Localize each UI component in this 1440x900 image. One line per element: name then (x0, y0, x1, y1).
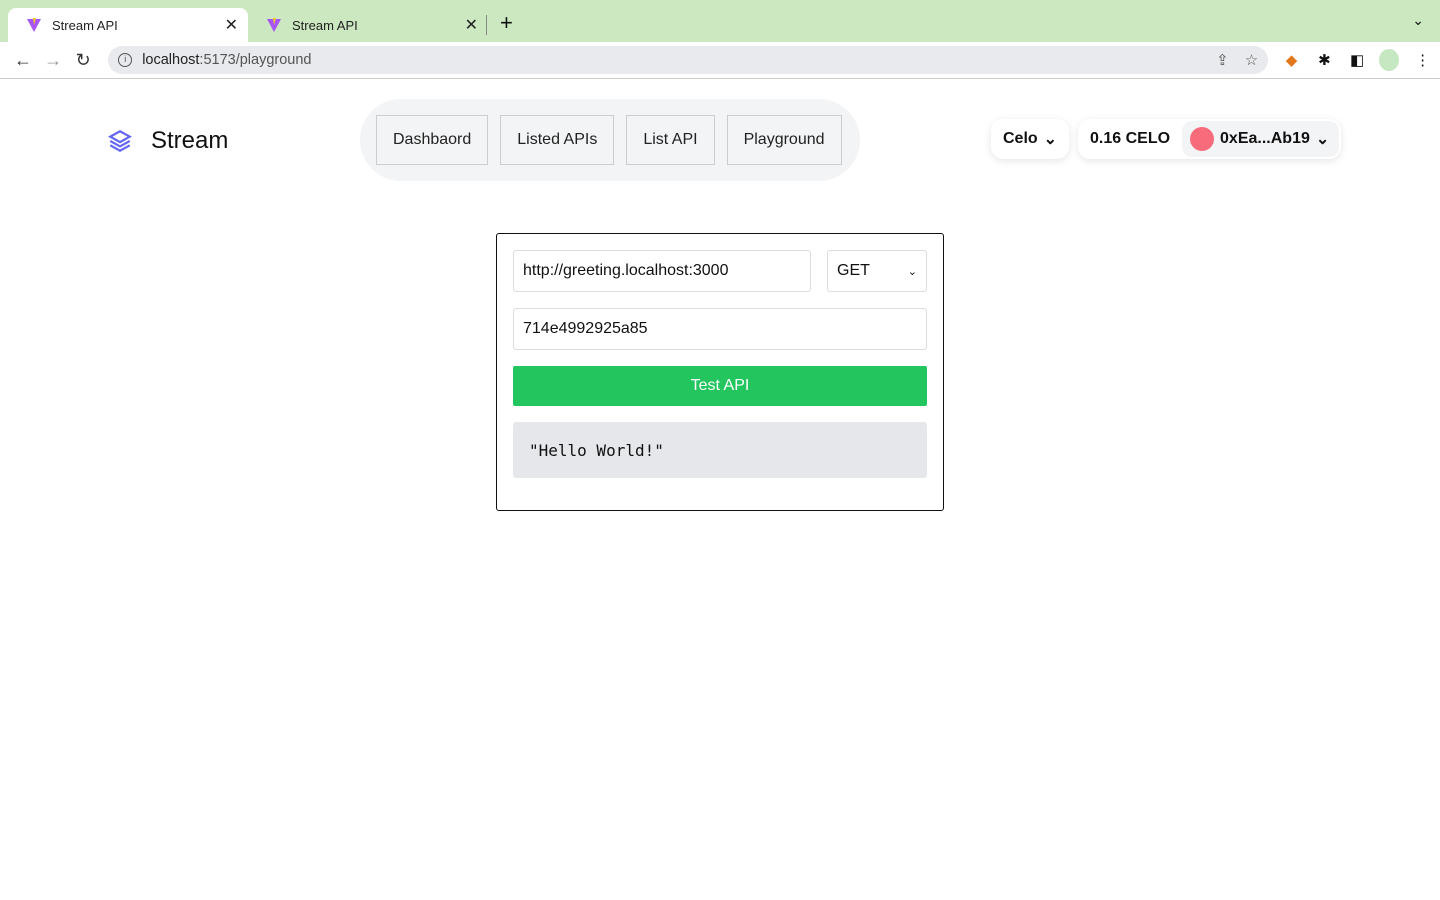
extensions-icon[interactable]: ✱ (1315, 51, 1334, 69)
nav-listed-apis[interactable]: Listed APIs (500, 115, 615, 165)
layers-icon (108, 130, 132, 152)
app-header: Stream Dashbaord Listed APIs List API Pl… (0, 79, 1440, 199)
account-avatar (1190, 127, 1215, 151)
chevron-down-icon: ⌄ (1043, 131, 1058, 148)
tab-stream-api-2[interactable]: Stream API ✕ (248, 8, 488, 42)
method-select[interactable]: GET ⌄ (827, 250, 927, 292)
star-icon[interactable]: ☆ (1245, 51, 1258, 69)
share-icon[interactable]: ⇪ (1216, 51, 1229, 69)
tab-stream-api-1[interactable]: Stream API ✕ (8, 8, 248, 42)
chevron-down-icon: ⌄ (907, 265, 917, 278)
address-bar[interactable]: i localhost:5173/playground ⇪ ☆ (108, 46, 1269, 74)
vite-icon (27, 18, 41, 32)
tab-search-chevron-icon[interactable]: ⌄ (1412, 12, 1424, 29)
wallet-address: 0xEa...Ab19 (1220, 130, 1310, 147)
nav-playground[interactable]: Playground (726, 115, 842, 165)
url-input[interactable]: http://greeting.localhost:3000 (513, 250, 811, 292)
tab-divider (486, 15, 487, 35)
response-output: "Hello World!" (513, 422, 927, 478)
balance: 0.16 CELO (1090, 130, 1171, 147)
brand[interactable]: Stream (107, 127, 228, 155)
vite-icon (267, 18, 281, 32)
info-icon[interactable]: i (118, 53, 133, 67)
api-key-input[interactable]: 714e4992925a85 (513, 308, 927, 350)
forward-icon[interactable]: → (38, 50, 68, 71)
brand-name: Stream (151, 127, 229, 154)
tab-strip: Stream API ✕ Stream API ✕ + ⌄ (0, 0, 1440, 42)
chain-selector[interactable]: Celo ⌄ (991, 119, 1070, 159)
nav-list-api[interactable]: List API (626, 115, 715, 165)
method-value: GET (837, 262, 870, 279)
nav-dashboard[interactable]: Dashbaord (376, 115, 489, 165)
url-host: localhost (142, 52, 200, 68)
close-tab-icon[interactable]: ✕ (225, 15, 238, 35)
main-nav: Dashbaord Listed APIs List API Playgroun… (360, 99, 860, 181)
chain-name: Celo (1003, 130, 1038, 147)
url-path: :5173/playground (199, 52, 312, 68)
playground-card: http://greeting.localhost:3000 GET ⌄ 714… (496, 233, 944, 511)
side-panel-icon[interactable]: ◧ (1348, 51, 1367, 69)
new-tab-icon[interactable]: + (500, 10, 513, 36)
reload-icon[interactable]: ↻ (68, 50, 98, 71)
metamask-icon[interactable]: ◆ (1282, 51, 1301, 69)
account-button[interactable]: 0.16 CELO 0xEa...Ab19 ⌄ (1078, 119, 1342, 159)
close-tab-icon[interactable]: ✕ (465, 15, 478, 35)
tab-title: Stream API (292, 17, 358, 33)
browser-toolbar: ← → ↻ i localhost:5173/playground ⇪ ☆ ◆ … (0, 42, 1440, 79)
address-button[interactable]: 0xEa...Ab19 ⌄ (1182, 121, 1340, 157)
chevron-down-icon: ⌄ (1315, 131, 1330, 148)
menu-icon[interactable]: ⋮ (1413, 51, 1432, 69)
back-icon[interactable]: ← (8, 50, 38, 71)
tab-title: Stream API (52, 17, 118, 33)
profile-avatar[interactable] (1378, 49, 1400, 71)
test-api-button[interactable]: Test API (513, 366, 927, 406)
